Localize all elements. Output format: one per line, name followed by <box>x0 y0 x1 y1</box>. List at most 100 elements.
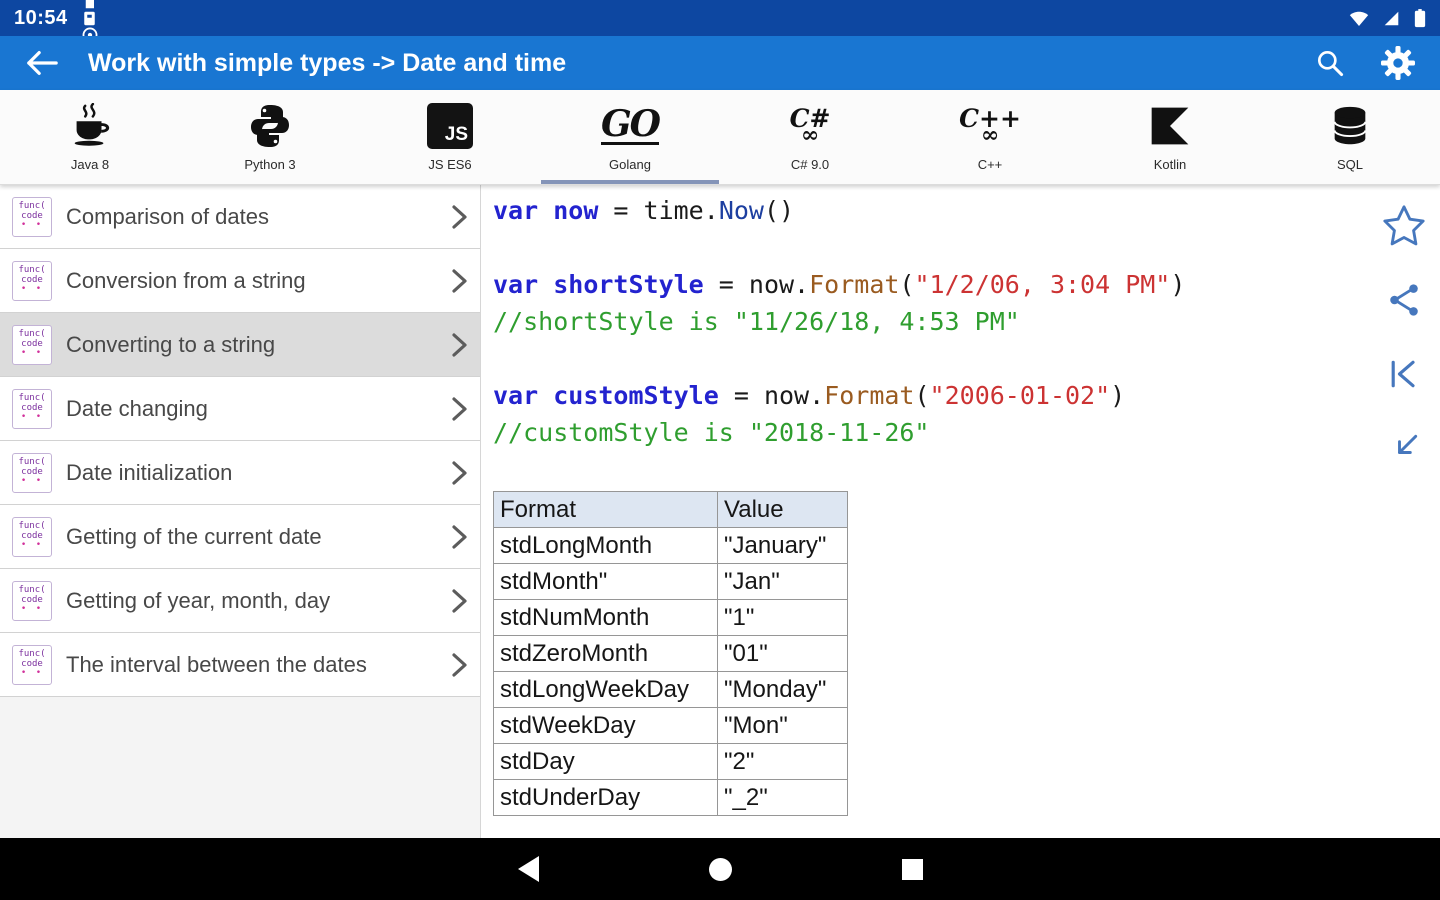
sidebar-item-label: Date initialization <box>66 460 437 486</box>
format-cell: stdLongMonth <box>494 528 718 564</box>
tab-label: SQL <box>1337 157 1363 172</box>
go-icon: GO <box>601 98 659 154</box>
value-cell: "1" <box>718 600 848 636</box>
csharp-icon: C#∞ <box>790 98 831 154</box>
chevron-right-icon <box>451 204 468 230</box>
value-cell: "Mon" <box>718 708 848 744</box>
tab-label: C# 9.0 <box>791 157 829 172</box>
topics-sidebar: func(code• •Comparison of datesfunc(code… <box>0 185 481 838</box>
status-bar: 10:54 <box>0 0 1440 36</box>
sidebar-item-converting-to-a-string[interactable]: func(code• • Converting to a string <box>0 313 480 377</box>
tab-label: Golang <box>609 157 651 172</box>
table-row: stdLongMonth"January" <box>494 528 848 564</box>
screen: 10:54 Work with simple types -> Date and… <box>0 0 1440 900</box>
tab-label: Java 8 <box>71 157 109 172</box>
value-cell: "01" <box>718 636 848 672</box>
signal-icon <box>1383 10 1400 27</box>
table-header-value: Value <box>718 492 848 528</box>
format-cell: stdWeekDay <box>494 708 718 744</box>
sidebar-item-label: Conversion from a string <box>66 268 437 294</box>
sql-icon <box>1327 98 1373 154</box>
action-icon-column <box>1368 185 1440 838</box>
value-cell: "2" <box>718 744 848 780</box>
code-line: var customStyle = now.Format("2006-01-02… <box>493 377 1368 414</box>
sidebar-item-comparison-of-dates[interactable]: func(code• •Comparison of dates <box>0 185 480 249</box>
share-icon[interactable] <box>1381 277 1427 323</box>
main-panel: var now = time.Now() var shortStyle = no… <box>481 185 1368 838</box>
kotlin-icon <box>1148 98 1192 154</box>
back-arrow-icon[interactable] <box>20 41 64 85</box>
status-bar-right <box>1349 9 1426 28</box>
func-code-icon: func(code• • <box>12 389 52 429</box>
func-code-icon: func(code• • <box>12 261 52 301</box>
skip-to-start-icon[interactable] <box>1381 351 1427 397</box>
table-row: stdNumMonth"1" <box>494 600 848 636</box>
code-line: //shortStyle is "11/26/18, 4:53 PM" <box>493 303 1368 340</box>
format-cell: stdDay <box>494 744 718 780</box>
table-row: stdZeroMonth"01" <box>494 636 848 672</box>
func-code-icon: func(code• • <box>12 325 52 365</box>
sidebar-item-getting-of-the-current-date[interactable]: func(code• •Getting of the current date <box>0 505 480 569</box>
func-code-icon: func(code• • <box>12 645 52 685</box>
sidebar-item-getting-of-year-month-day[interactable]: func(code• •Getting of year, month, day <box>0 569 480 633</box>
home-icon[interactable] <box>705 854 735 884</box>
format-cell: stdUnderDay <box>494 780 718 816</box>
format-cell: stdNumMonth <box>494 600 718 636</box>
python-icon <box>246 98 294 154</box>
tab-label: JS ES6 <box>428 157 471 172</box>
format-cell: stdLongWeekDay <box>494 672 718 708</box>
code-line: var now = time.Now() <box>493 192 1368 229</box>
gear-icon[interactable] <box>1376 41 1420 85</box>
chevron-right-icon <box>451 588 468 614</box>
tab-kotlin[interactable]: Kotlin <box>1080 90 1260 184</box>
clock: 10:54 <box>14 7 68 30</box>
sidebar-item-date-initialization[interactable]: func(code• •Date initialization <box>0 441 480 505</box>
table-row: stdUnderDay"_2" <box>494 780 848 816</box>
code-line: var shortStyle = now.Format("1/2/06, 3:0… <box>493 266 1368 303</box>
tab-js-es6[interactable]: JS JS ES6 <box>360 90 540 184</box>
notification-icon-a <box>82 0 98 10</box>
content: func(code• •Comparison of datesfunc(code… <box>0 185 1440 838</box>
collapse-icon[interactable] <box>1381 425 1427 471</box>
chevron-right-icon <box>451 460 468 486</box>
back-icon[interactable] <box>513 854 543 884</box>
sidebar-item-date-changing[interactable]: func(code• • Date changing <box>0 377 480 441</box>
sidebar-item-label: Date changing <box>66 396 437 422</box>
chevron-right-icon <box>451 524 468 550</box>
language-tab-bar: Java 8 Python 3 JS JS ES6 GO Golang C#∞ C# 9.0… <box>0 90 1440 185</box>
tab-python-3[interactable]: Python 3 <box>180 90 360 184</box>
format-cell: stdZeroMonth <box>494 636 718 672</box>
sidebar-item-the-interval-between-the-dates[interactable]: func(code• •The interval between the dat… <box>0 633 480 697</box>
tab-c-9-0[interactable]: C#∞ C# 9.0 <box>720 90 900 184</box>
chevron-right-icon <box>451 652 468 678</box>
tab-golang[interactable]: GO Golang <box>540 90 720 184</box>
code-block: var now = time.Now() var shortStyle = no… <box>493 192 1368 451</box>
tab-c[interactable]: C++∞ C++ <box>900 90 1080 184</box>
sidebar-item-label: Comparison of dates <box>66 204 437 230</box>
table-row: stdWeekDay"Mon" <box>494 708 848 744</box>
selected-tab-underline <box>541 180 719 184</box>
battery-icon <box>1414 9 1426 28</box>
func-code-icon: func(code• • <box>12 581 52 621</box>
chevron-right-icon <box>451 268 468 294</box>
cpp-icon: C++∞ <box>959 98 1021 154</box>
chevron-right-icon <box>451 332 468 358</box>
tab-label: C++ <box>978 157 1003 172</box>
table-header-format: Format <box>494 492 718 528</box>
table-row: stdDay"2" <box>494 744 848 780</box>
tab-sql[interactable]: SQL <box>1260 90 1440 184</box>
page-title: Work with simple types -> Date and time <box>88 49 1284 78</box>
format-cell: stdMonth" <box>494 564 718 600</box>
recents-icon[interactable] <box>897 854 927 884</box>
value-cell: "_2" <box>718 780 848 816</box>
sidebar-item-conversion-from-a-string[interactable]: func(code• • Conversion from a string <box>0 249 480 313</box>
table-row: stdLongWeekDay"Monday" <box>494 672 848 708</box>
value-cell: "January" <box>718 528 848 564</box>
format-table: FormatValuestdLongMonth"January"stdMonth… <box>493 491 848 816</box>
sidebar-item-label: Converting to a string <box>66 332 437 358</box>
tab-java-8[interactable]: Java 8 <box>0 90 180 184</box>
search-icon[interactable] <box>1308 41 1352 85</box>
tab-label: Python 3 <box>244 157 295 172</box>
js-icon: JS <box>427 98 473 154</box>
favorite-icon[interactable] <box>1381 203 1427 249</box>
